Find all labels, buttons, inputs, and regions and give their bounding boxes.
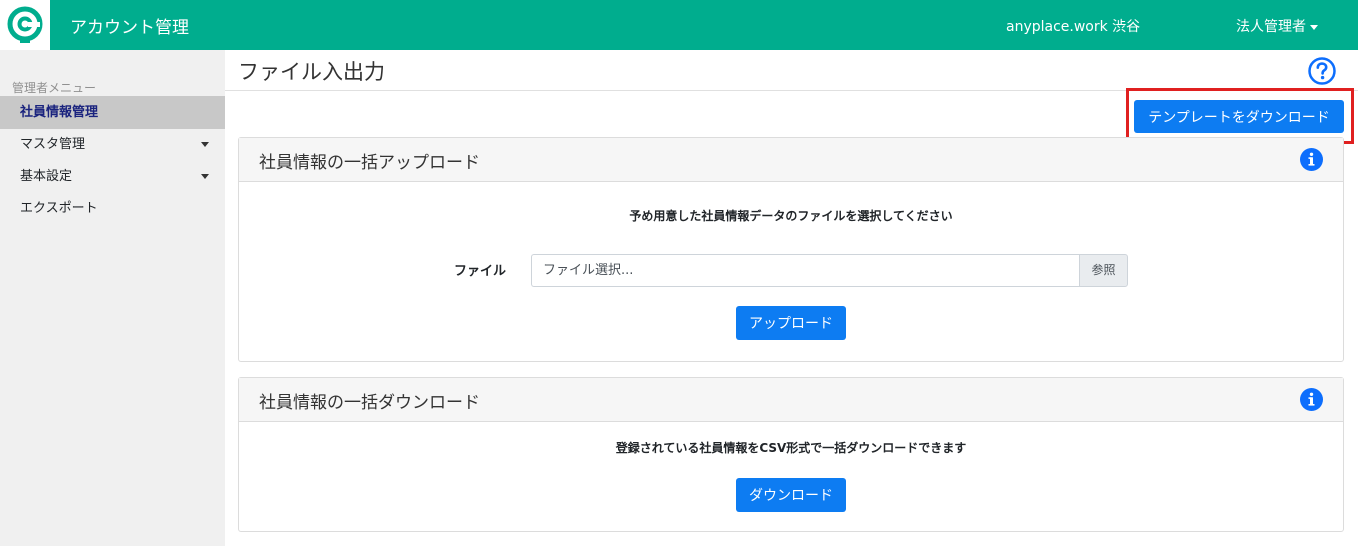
sidebar-item-master[interactable]: マスタ管理 (0, 128, 225, 161)
sidebar: 管理者メニュー 社員情報管理 マスタ管理 基本設定 エクスポート (0, 50, 225, 546)
sidebar-item-label: 基本設定 (20, 169, 73, 184)
download-card-header: 社員情報の一括ダウンロード (239, 378, 1343, 422)
upload-card-title: 社員情報の一括アップロード (259, 153, 480, 173)
sidebar-item-employee-info[interactable]: 社員情報管理 (0, 96, 225, 129)
help-icon[interactable] (1307, 56, 1337, 86)
app-logo[interactable] (0, 0, 50, 50)
download-card: 社員情報の一括ダウンロード 登録されている社員情報をCSV形式で一括ダウンロード… (238, 377, 1344, 532)
info-icon[interactable] (1300, 388, 1323, 411)
sidebar-item-basic-settings[interactable]: 基本設定 (0, 160, 225, 193)
download-button[interactable]: ダウンロード (736, 478, 846, 512)
top-header: アカウント管理 anyplace.work 渋谷 法人管理者 (0, 0, 1358, 50)
upload-card-header: 社員情報の一括アップロード (239, 138, 1343, 182)
page-title: ファイル入出力 (238, 60, 385, 84)
chevron-down-icon (1310, 24, 1318, 30)
download-template-button[interactable]: テンプレートをダウンロード (1134, 100, 1344, 133)
download-description: 登録されている社員情報をCSV形式で一括ダウンロードできます (615, 441, 967, 455)
caret-down-icon (201, 142, 209, 147)
logo-icon (7, 6, 43, 43)
caret-down-icon (201, 174, 209, 179)
file-select-input[interactable] (531, 254, 1079, 287)
sidebar-item-export[interactable]: エクスポート (0, 192, 225, 225)
admin-user-label: 法人管理者 (1236, 19, 1306, 35)
upload-description: 予め用意した社員情報データのファイルを選択してください (629, 209, 953, 223)
browse-button[interactable]: 参照 (1079, 254, 1128, 287)
sidebar-item-label: マスタ管理 (20, 137, 86, 152)
upload-button[interactable]: アップロード (736, 306, 846, 340)
upload-card: 社員情報の一括アップロード 予め用意した社員情報データのファイルを選択してくださ… (238, 137, 1344, 362)
sidebar-heading: 管理者メニュー (12, 81, 97, 95)
info-icon[interactable] (1300, 148, 1323, 171)
workspace-name: anyplace.work 渋谷 (1006, 19, 1141, 35)
file-label: ファイル (454, 264, 507, 279)
app-title: アカウント管理 (70, 18, 189, 38)
sidebar-item-label: 社員情報管理 (20, 105, 99, 120)
admin-user-menu[interactable]: 法人管理者 (1236, 16, 1318, 36)
download-card-title: 社員情報の一括ダウンロード (259, 393, 480, 413)
sidebar-item-label: エクスポート (20, 201, 98, 216)
